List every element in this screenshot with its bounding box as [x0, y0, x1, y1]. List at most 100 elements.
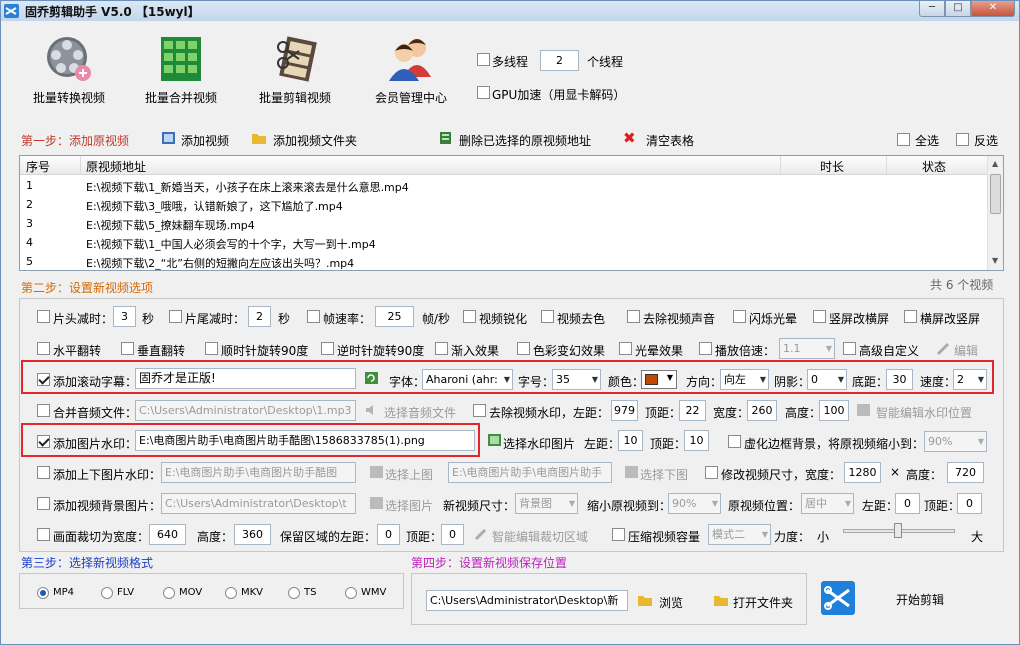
- table-row[interactable]: 3 E:\视频下载\5_撩妹翻车现场.mp4: [20, 214, 987, 233]
- colorshift-checkbox[interactable]: [517, 342, 530, 355]
- format-flv-radio[interactable]: [101, 587, 113, 599]
- table-row[interactable]: 1 E:\视频下载\1_新婚当天，小孩子在床上滚来滚去是什么意思.mp4: [20, 176, 987, 195]
- down-image-path-input[interactable]: E:\电商图片助手\电商图片助手: [448, 462, 612, 483]
- format-mkv-radio[interactable]: [225, 587, 237, 599]
- custom-checkbox[interactable]: [843, 342, 856, 355]
- speed-checkbox[interactable]: [699, 342, 712, 355]
- position-select[interactable]: 居中: [801, 493, 854, 514]
- scroll-text-input[interactable]: 固乔才是正版!: [135, 368, 356, 389]
- remove-watermark-checkbox[interactable]: [473, 404, 486, 417]
- video-list-table[interactable]: 序号 原视频地址 时长 状态 1 E:\视频下载\1_新婚当天，小孩子在床上滚来滚…: [19, 155, 1004, 271]
- watermark-height-input[interactable]: 100: [819, 400, 849, 421]
- bg-image-checkbox[interactable]: [37, 497, 50, 510]
- resize-checkbox[interactable]: [705, 466, 718, 479]
- add-folder-button[interactable]: 添加视频文件夹: [273, 132, 357, 149]
- keep-left-input[interactable]: 0: [377, 524, 400, 545]
- ccw90-checkbox[interactable]: [321, 342, 334, 355]
- scroll-text-checkbox[interactable]: [37, 373, 50, 386]
- clear-table-button[interactable]: 清空表格: [646, 132, 694, 149]
- image-watermark-checkbox[interactable]: [37, 435, 50, 448]
- compress-checkbox[interactable]: [612, 528, 625, 541]
- flash-checkbox[interactable]: [733, 310, 746, 323]
- size-select[interactable]: 35: [552, 369, 601, 390]
- slider-thumb[interactable]: [894, 523, 902, 538]
- smart-watermark-button[interactable]: 智能编辑水印位置: [876, 404, 972, 421]
- thread-count-input[interactable]: 2: [540, 50, 579, 71]
- minimize-button[interactable]: ─: [919, 1, 945, 17]
- start-edit-button[interactable]: 开始剪辑: [896, 591, 944, 608]
- format-mp4-radio[interactable]: [37, 587, 49, 599]
- bottom-margin-input[interactable]: 30: [886, 369, 913, 390]
- watermark-image-path-input[interactable]: E:\电商图片助手\电商图片助手酷图\1586833785(1).png: [135, 430, 475, 451]
- select-down-button[interactable]: 选择下图: [640, 466, 688, 483]
- v2h-checkbox[interactable]: [813, 310, 826, 323]
- cw90-checkbox[interactable]: [205, 342, 218, 355]
- watermark-top-input[interactable]: 22: [679, 400, 706, 421]
- delete-selected-button[interactable]: 删除已选择的原视频地址: [459, 132, 591, 149]
- audio-path-input[interactable]: C:\Users\Administrator\Desktop\1.mp3: [135, 400, 356, 421]
- keep-top-input[interactable]: 0: [441, 524, 464, 545]
- smart-crop-button[interactable]: 智能编辑裁切区域: [492, 528, 588, 545]
- table-row[interactable]: 4 E:\视频下载\1_中国人必须会写的十个字，大写一到十.mp4: [20, 233, 987, 252]
- updown-watermark-checkbox[interactable]: [37, 466, 50, 479]
- font-select[interactable]: Aharoni (ahr:: [422, 369, 513, 390]
- col-status[interactable]: 状态: [922, 158, 946, 175]
- fps-input[interactable]: 25: [375, 306, 414, 327]
- col-duration[interactable]: 时长: [820, 158, 844, 175]
- up-image-path-input[interactable]: E:\电商图片助手\电商图片助手酷图: [161, 462, 356, 483]
- edit-button[interactable]: 编辑: [954, 342, 978, 359]
- col-path[interactable]: 原视频地址: [86, 158, 146, 175]
- mute-checkbox[interactable]: [627, 310, 640, 323]
- blur-scale-select[interactable]: 90%: [924, 431, 987, 452]
- shrink-select[interactable]: 90%: [668, 493, 721, 514]
- fadein-checkbox[interactable]: [435, 342, 448, 355]
- select-all-checkbox[interactable]: [897, 133, 910, 146]
- resize-width-input[interactable]: 1280: [844, 462, 881, 483]
- halo-checkbox[interactable]: [619, 342, 632, 355]
- direction-select[interactable]: 向左: [720, 369, 769, 390]
- open-folder-button[interactable]: 打开文件夹: [733, 594, 793, 611]
- image-left-input[interactable]: 10: [618, 430, 643, 451]
- format-mov-radio[interactable]: [163, 587, 175, 599]
- crop-width-input[interactable]: 640: [149, 524, 186, 545]
- list-scrollbar[interactable]: ▲ ▼: [987, 156, 1003, 270]
- new-size-select[interactable]: 背景图: [515, 493, 578, 514]
- compress-mode-select[interactable]: 模式二: [708, 524, 771, 545]
- table-row[interactable]: 2 E:\视频下载\3_哦哦，认错新娘了，这下尴尬了.mp4: [20, 195, 987, 214]
- batch-convert-button[interactable]: 批量转换视频: [29, 33, 109, 106]
- batch-edit-button[interactable]: 批量剪辑视频: [255, 33, 335, 106]
- member-center-button[interactable]: 会员管理中心: [371, 33, 451, 106]
- tail-cut-checkbox[interactable]: [169, 310, 182, 323]
- sharpen-checkbox[interactable]: [463, 310, 476, 323]
- select-bg-button[interactable]: 选择图片: [385, 497, 433, 514]
- invert-select-checkbox[interactable]: [956, 133, 969, 146]
- refresh-icon[interactable]: [364, 371, 380, 385]
- decolor-checkbox[interactable]: [541, 310, 554, 323]
- select-up-button[interactable]: 选择上图: [385, 466, 433, 483]
- format-ts-radio[interactable]: [288, 587, 300, 599]
- format-wmv-radio[interactable]: [345, 587, 357, 599]
- gpu-accel-checkbox[interactable]: [477, 86, 490, 99]
- bg-left-input[interactable]: 0: [895, 493, 920, 514]
- color-picker[interactable]: ▼: [641, 370, 677, 389]
- head-cut-input[interactable]: 3: [113, 306, 136, 327]
- bg-image-path-input[interactable]: C:\Users\Administrator\Desktop\t: [161, 493, 356, 514]
- hflip-checkbox[interactable]: [37, 342, 50, 355]
- resize-height-input[interactable]: 720: [947, 462, 984, 483]
- close-button[interactable]: ✕: [971, 1, 1015, 17]
- col-index[interactable]: 序号: [26, 158, 50, 175]
- select-watermark-button[interactable]: 选择水印图片: [503, 435, 575, 452]
- save-path-input[interactable]: C:\Users\Administrator\Desktop\新: [426, 590, 628, 611]
- image-top-input[interactable]: 10: [684, 430, 709, 451]
- maximize-button[interactable]: □: [945, 1, 971, 17]
- scroll-speed-select[interactable]: 2: [953, 369, 987, 390]
- watermark-left-input[interactable]: 979: [611, 400, 638, 421]
- table-row[interactable]: 5 E:\视频下载\2_“北”右侧的短撇向左应该出头吗？.mp4: [20, 252, 987, 270]
- head-cut-checkbox[interactable]: [37, 310, 50, 323]
- blur-bg-checkbox[interactable]: [728, 435, 741, 448]
- merge-audio-checkbox[interactable]: [37, 404, 50, 417]
- compress-force-slider[interactable]: [843, 523, 955, 538]
- multithread-checkbox[interactable]: [477, 53, 490, 66]
- crop-checkbox[interactable]: [37, 528, 50, 541]
- browse-button[interactable]: 浏览: [659, 594, 683, 611]
